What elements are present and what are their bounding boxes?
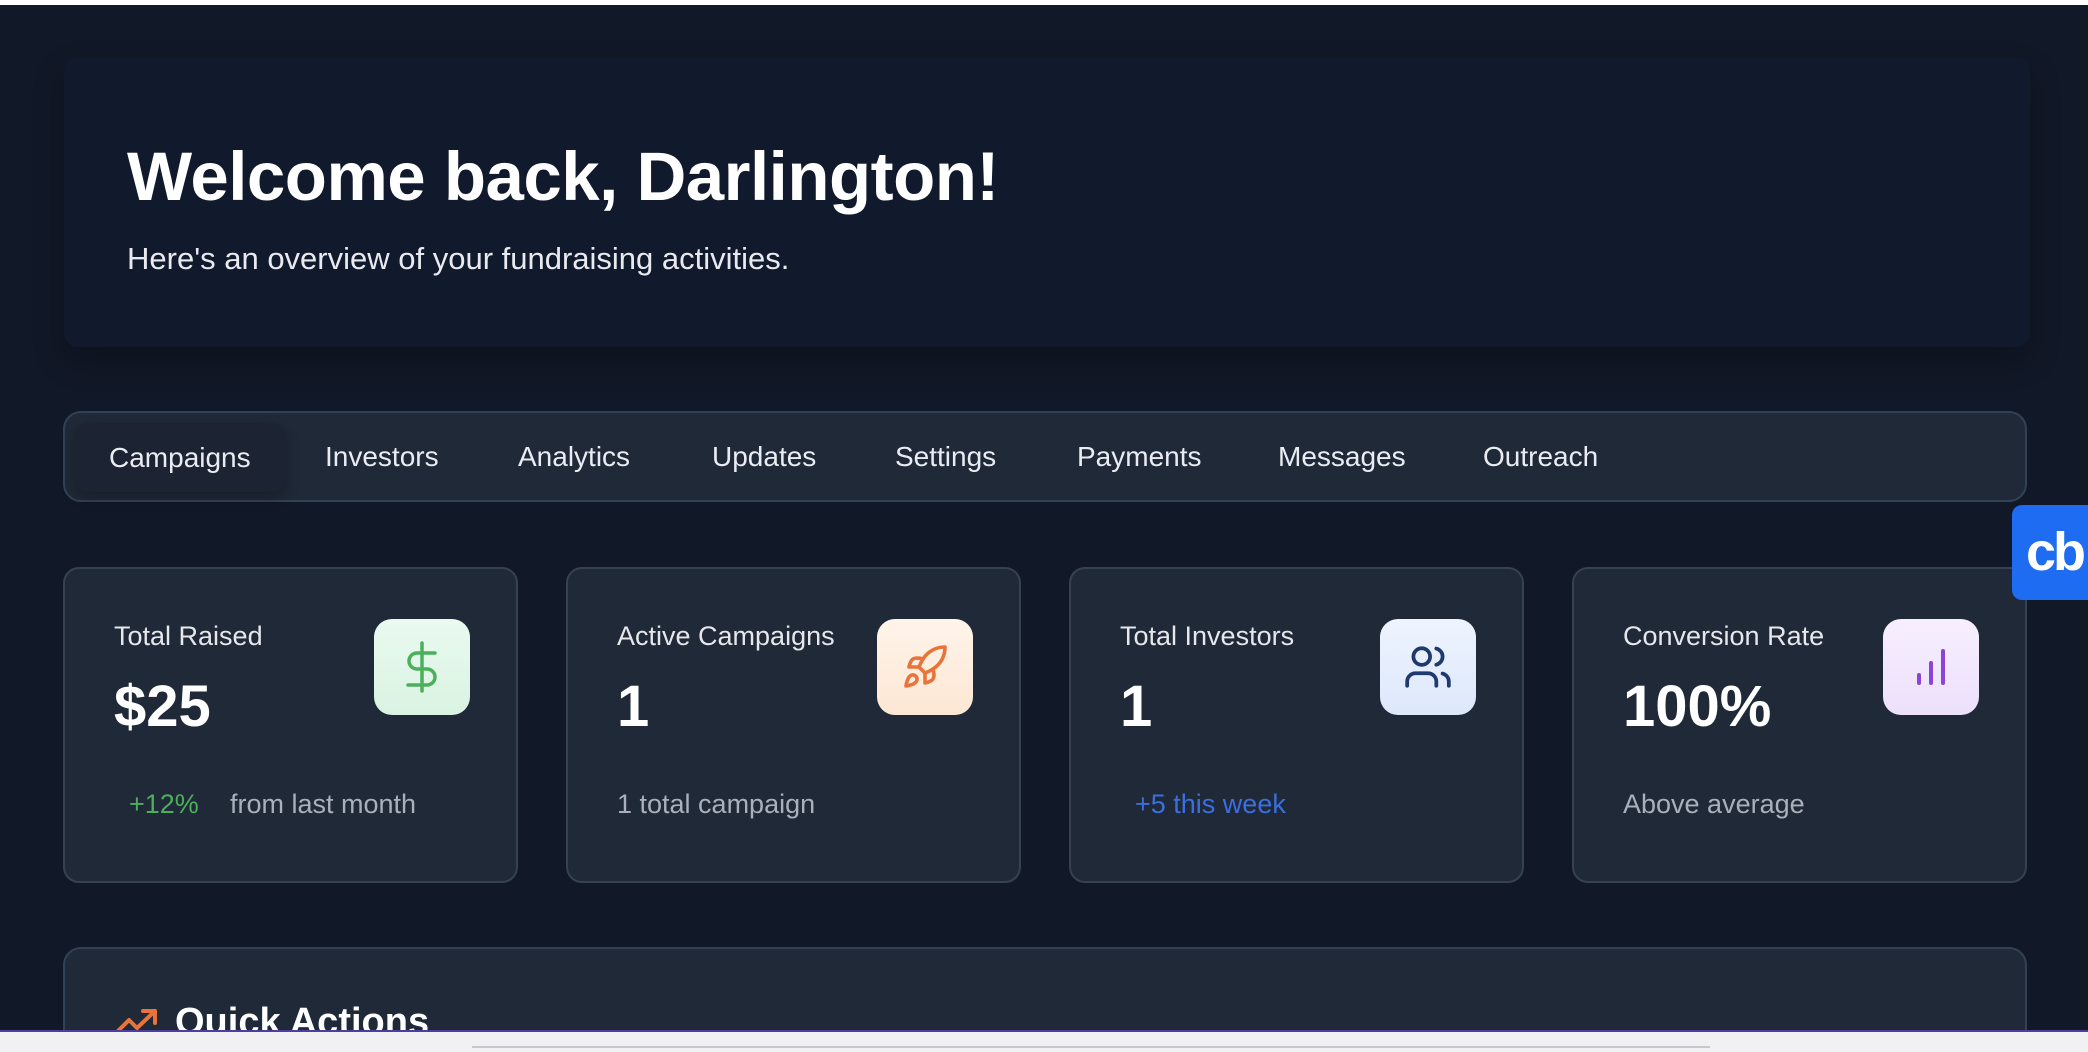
tab-bar: Campaigns Investors Analytics Updates Se… [63, 411, 2027, 502]
tab-payments[interactable]: Payments [1077, 413, 1202, 500]
quick-actions-title: Quick Actions [175, 1001, 430, 1032]
stat-card-total-investors: Total Investors 1 +5 this week [1069, 567, 1524, 883]
stat-card-active-campaigns: Active Campaigns 1 1 total campaign [566, 567, 1021, 883]
tab-messages[interactable]: Messages [1278, 413, 1406, 500]
stat-label: Total Raised [114, 621, 263, 651]
stat-label: Conversion Rate [1623, 621, 1825, 651]
bar-chart-icon [1883, 619, 1979, 715]
stat-label: Active Campaigns [617, 621, 835, 651]
tab-outreach[interactable]: Outreach [1483, 413, 1598, 500]
tab-updates[interactable]: Updates [712, 413, 816, 500]
tab-settings[interactable]: Settings [895, 413, 996, 500]
stat-card-conversion-rate: Conversion Rate 100% Above average [1572, 567, 2027, 883]
tab-analytics[interactable]: Analytics [518, 413, 630, 500]
stat-value: 1 [1120, 674, 1153, 739]
stat-note: Above average [1623, 789, 1805, 819]
stat-change: +12% [129, 789, 199, 819]
dashboard-viewport: Welcome back, Darlington! Here's an over… [0, 5, 2088, 1032]
users-icon [1380, 619, 1476, 715]
stat-change-note: from last month [230, 789, 417, 819]
dollar-icon [374, 619, 470, 715]
stat-note: 1 total campaign [617, 789, 816, 819]
page-subtitle: Here's an overview of your fundraising a… [127, 241, 790, 276]
stat-value: 100% [1623, 674, 1772, 739]
rocket-icon [877, 619, 973, 715]
stat-card-total-raised: Total Raised $25 +12% from last month [63, 567, 518, 883]
stat-note: +5 this week [1135, 789, 1286, 819]
chat-widget-button[interactable]: cb [2012, 505, 2088, 600]
tab-campaigns[interactable]: Campaigns [75, 423, 285, 492]
tab-investors[interactable]: Investors [325, 413, 439, 500]
trending-up-icon [113, 1007, 159, 1030]
bottom-strip [0, 1032, 2088, 1052]
stat-label: Total Investors [1120, 621, 1295, 651]
scroll-indicator [472, 1046, 1710, 1048]
page-title: Welcome back, Darlington! [127, 138, 999, 215]
stat-value: $25 [114, 674, 211, 739]
stat-value: 1 [617, 674, 650, 739]
